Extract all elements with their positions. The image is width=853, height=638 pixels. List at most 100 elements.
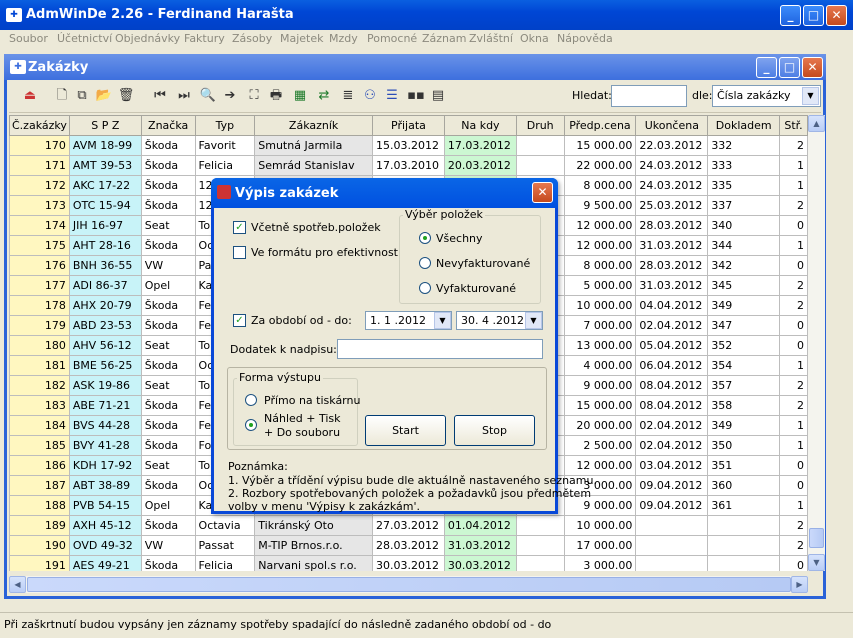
table-cell: AHX 20-79 <box>68 295 142 316</box>
table-cell <box>515 135 565 156</box>
maximize-icon[interactable]: □ <box>803 5 824 26</box>
table-cell: ADI 86-37 <box>68 275 142 296</box>
scroll-up-icon[interactable]: ▲ <box>808 115 825 132</box>
list-icon[interactable]: ≣ <box>339 87 357 105</box>
columns-icon[interactable]: ▪▪ <box>407 87 425 105</box>
new-icon[interactable]: 🗋 <box>53 87 71 105</box>
horizontal-scroll-thumb[interactable] <box>27 577 791 592</box>
excel-icon[interactable]: ▦ <box>291 87 309 105</box>
goto-icon[interactable]: ➔ <box>221 87 239 105</box>
child-minimize-icon[interactable]: _ <box>756 57 777 78</box>
menu-mzdy[interactable]: Mzdy <box>329 32 358 45</box>
column-header[interactable]: Zákazník <box>254 115 373 136</box>
column-header[interactable]: Typ <box>194 115 256 136</box>
table-cell: 171 <box>9 155 70 176</box>
menu-pomocne[interactable]: Pomocné <box>367 32 417 45</box>
search-by-label: dle: <box>692 89 713 102</box>
date-from-picker[interactable]: 1. 1 .2012 ▼ <box>365 311 452 330</box>
search-by-select[interactable]: Čísla zakázky ▼ <box>712 85 821 107</box>
menu-napoveda[interactable]: Nápověda <box>557 32 613 45</box>
table-row[interactable]: 191 AES 49-21 Škoda Felicia Narvani spol.s r… <box>9 555 808 571</box>
period-checkbox[interactable]: ✓ <box>233 314 246 327</box>
first-icon[interactable]: ⏮ <box>151 87 169 105</box>
copy-icon[interactable]: ⧉ <box>73 87 91 105</box>
open-icon[interactable]: 📂 <box>95 87 113 105</box>
start-button[interactable]: Start <box>365 415 446 446</box>
table-cell: 06.04.2012 <box>635 355 709 376</box>
table-cell: 172 <box>9 175 70 196</box>
search-input[interactable] <box>611 85 687 107</box>
radio-preview[interactable] <box>245 419 257 431</box>
date-to-picker[interactable]: 30. 4 .2012 ▼ <box>456 311 543 330</box>
export-icon[interactable]: ⇄ <box>315 87 333 105</box>
radio-printer[interactable] <box>245 394 257 406</box>
menu-majetek[interactable]: Majetek <box>280 32 324 45</box>
vertical-scrollbar[interactable]: ▲ ▼ <box>808 115 825 571</box>
scroll-right-icon[interactable]: ▶ <box>791 576 808 593</box>
report-icon[interactable]: ▤ <box>429 87 447 105</box>
column-header[interactable]: Přijata <box>371 115 445 136</box>
print-icon[interactable]: 🖶 <box>267 87 285 105</box>
minimize-icon[interactable]: _ <box>780 5 801 26</box>
radio-uninvoiced[interactable] <box>419 257 431 269</box>
table-cell: 30.03.2012 <box>443 555 517 571</box>
column-header[interactable]: Dokladem <box>707 115 781 136</box>
menu-zaznam[interactable]: Záznam <box>422 32 466 45</box>
select-icon[interactable]: ⛶ <box>245 87 263 105</box>
table-cell: 177 <box>9 275 70 296</box>
vertical-scroll-thumb[interactable] <box>809 528 824 548</box>
child-close-icon[interactable]: ✕ <box>802 57 823 78</box>
search-icon[interactable]: 🔍 <box>199 87 217 105</box>
menu-okna[interactable]: Okna <box>520 32 549 45</box>
chevron-down-icon[interactable]: ▼ <box>802 87 819 105</box>
column-header[interactable]: Č.zakázky <box>9 115 70 136</box>
dialog-close-icon[interactable]: ✕ <box>532 182 553 203</box>
table-row[interactable]: 170 AVM 18-99 Škoda Favorit Smutná Jarmila 15… <box>9 135 808 156</box>
exit-icon[interactable]: ⏏ <box>21 87 39 105</box>
radio-all[interactable] <box>419 232 431 244</box>
table-cell: 170 <box>9 135 70 156</box>
menu-zvlastni[interactable]: Zvláštní <box>469 32 513 45</box>
column-header[interactable]: Ukončena <box>635 115 709 136</box>
column-header[interactable]: Předp.cena <box>563 115 637 136</box>
table-cell: 360 <box>707 475 781 496</box>
table-row[interactable]: 190 OVD 49-32 VW Passat M-TIP Brnos.r.o. 28.0… <box>9 535 808 556</box>
scroll-down-icon[interactable]: ▼ <box>808 554 825 571</box>
addition-input[interactable] <box>337 339 543 359</box>
child-maximize-icon[interactable]: □ <box>779 57 800 78</box>
efficiency-format-checkbox[interactable] <box>233 246 246 259</box>
table-cell: 186 <box>9 455 70 476</box>
stop-button[interactable]: Stop <box>454 415 535 446</box>
horizontal-scrollbar[interactable]: ◀ ▶ <box>9 576 808 593</box>
close-icon[interactable]: ✕ <box>826 5 847 26</box>
table-row[interactable]: 171 AMT 39-53 Škoda Felicia Semrád Stanislav… <box>9 155 808 176</box>
table-cell <box>635 515 709 536</box>
scroll-left-icon[interactable]: ◀ <box>9 576 26 593</box>
table-cell: Škoda <box>140 235 196 256</box>
table-cell <box>515 155 565 176</box>
table-cell: 27.03.2012 <box>371 515 445 536</box>
sort-icon[interactable]: ☰ <box>383 87 401 105</box>
radio-invoiced-label: Vyfakturované <box>436 282 517 295</box>
chevron-down-icon[interactable]: ▼ <box>525 312 542 329</box>
column-header[interactable]: Značka <box>140 115 196 136</box>
menu-faktury[interactable]: Faktury <box>184 32 225 45</box>
column-header[interactable]: Druh <box>515 115 565 136</box>
last-icon[interactable]: ⏭ <box>175 87 193 105</box>
table-cell: 8 000.00 <box>563 255 637 276</box>
radio-invoiced[interactable] <box>419 282 431 294</box>
menu-zasoby[interactable]: Zásoby <box>232 32 272 45</box>
menu-objednavky[interactable]: Objednávky <box>115 32 180 45</box>
column-header[interactable]: S P Z <box>68 115 142 136</box>
chevron-down-icon[interactable]: ▼ <box>434 312 451 329</box>
menu-ucetnictvi[interactable]: Účetnictví <box>57 32 112 45</box>
column-header[interactable]: Stř. <box>779 115 808 136</box>
app-title: AdmWinDe 2.26 - Ferdinand Harašta <box>26 7 294 22</box>
binoculars-icon[interactable]: ⚇ <box>361 87 379 105</box>
column-header[interactable]: Na kdy <box>443 115 517 136</box>
table-cell: 0 <box>779 335 808 356</box>
delete-icon[interactable]: 🗑 <box>117 87 135 105</box>
include-consumption-checkbox[interactable]: ✓ <box>233 221 246 234</box>
table-row[interactable]: 189 AXH 45-12 Škoda Octavia Tikránský Oto 27.… <box>9 515 808 536</box>
menu-soubor[interactable]: Soubor <box>9 32 48 45</box>
